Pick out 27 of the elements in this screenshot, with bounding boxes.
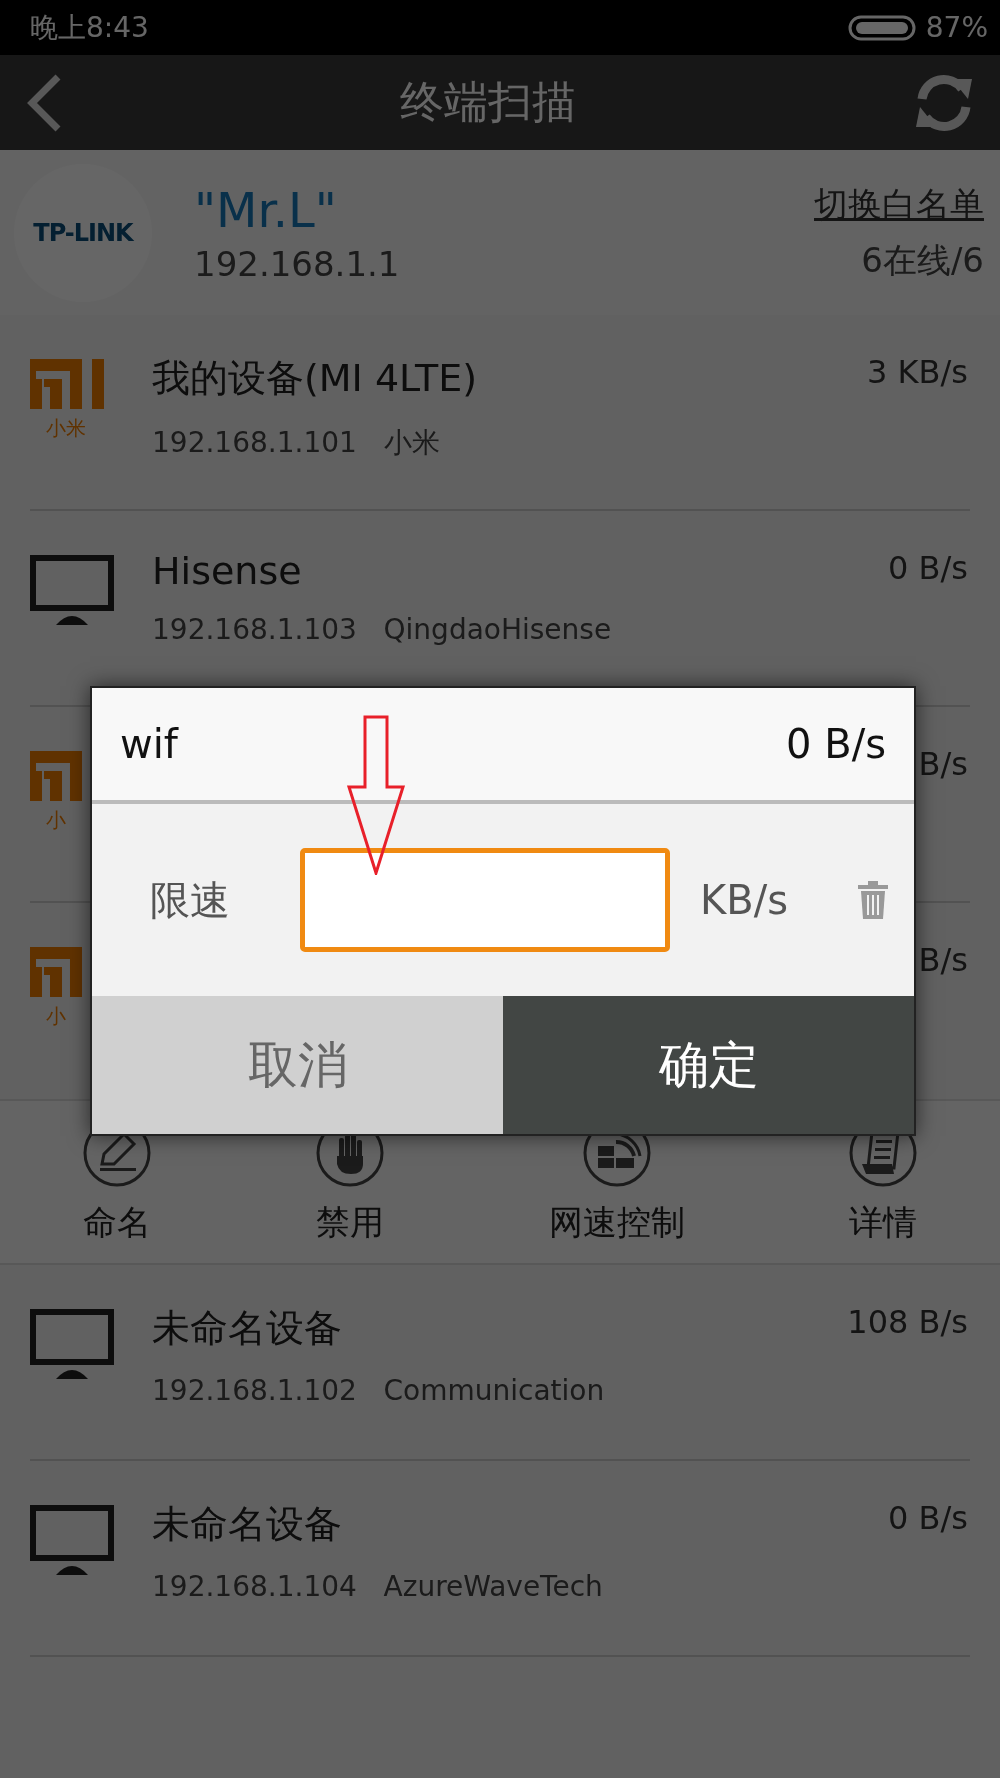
- unit-label: KB/s: [700, 877, 788, 923]
- device-speed: 0 B/s: [888, 549, 969, 587]
- router-ip: 192.168.1.1: [194, 243, 400, 284]
- screen-title: 终端扫描: [400, 75, 576, 129]
- online-count: 6在线/6: [861, 238, 984, 282]
- device-speed: 3 KB/s: [867, 353, 969, 391]
- device-speed: B/s: [918, 745, 969, 783]
- device-name: 我的设备(MI 4LTE): [152, 355, 478, 402]
- field-label: 限速: [150, 875, 231, 925]
- device-address: 192.168.1.101 小米: [152, 425, 441, 461]
- device-speed: 0 B/s: [888, 1499, 969, 1537]
- device-name: 未命名设备: [152, 1501, 343, 1548]
- device-address: 192.168.1.103 QingdaoHisense: [152, 613, 612, 646]
- network-name: "Mr.L": [194, 181, 338, 238]
- brand-label: 小米: [46, 415, 86, 442]
- device-name: 未命名设备: [152, 1305, 343, 1352]
- device-name: Hisense: [152, 549, 303, 593]
- brand-label: 小: [46, 807, 66, 834]
- device-address: 192.168.1.104 AzureWaveTech: [152, 1570, 603, 1603]
- device-address: 192.168.1.102 Communication: [152, 1374, 605, 1407]
- dialog-speed: 0 B/s: [786, 721, 886, 767]
- dialog-device-name: wif: [120, 721, 178, 767]
- device-speed: 108 B/s: [847, 1303, 969, 1341]
- device-speed: B/s: [918, 941, 969, 979]
- brand-label: 小: [46, 1003, 66, 1030]
- status-time: 晚上8:43: [30, 9, 149, 46]
- battery-level: 87%: [925, 11, 988, 44]
